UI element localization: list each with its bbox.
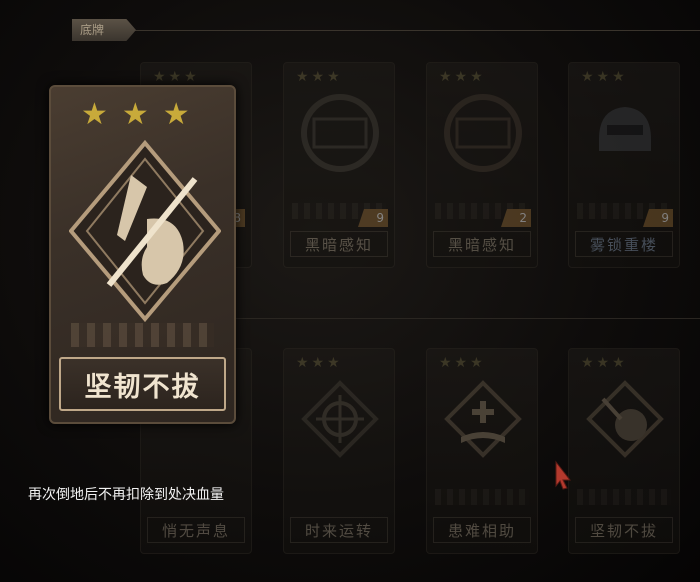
star-rating: ★★★ (81, 97, 204, 132)
card-name: 时来运转 (290, 517, 388, 543)
card-row1-3[interactable]: ★★★ 2 黑暗感知 (426, 62, 538, 268)
selected-card[interactable]: ★★★ 坚韧不拔 (49, 85, 236, 424)
card-ornament (435, 489, 529, 505)
card-row1-4[interactable]: ★★★ 9 雾锁重楼 (568, 62, 680, 268)
card-name: 雾锁重楼 (575, 231, 673, 257)
star-rating: ★★★ (296, 355, 343, 371)
selected-card-name: 坚韧不拔 (59, 357, 226, 411)
scales-icon (301, 94, 379, 172)
card-row1-2[interactable]: ★★★ 9 黑暗感知 (283, 62, 395, 268)
card-name: 悄无声息 (147, 517, 245, 543)
book-plus-icon (444, 380, 522, 458)
card-ornament (71, 323, 214, 347)
knife-face-icon (69, 139, 221, 323)
star-rating: ★★★ (439, 355, 486, 371)
star-rating: ★★★ (581, 69, 628, 85)
helmet-icon (599, 107, 651, 151)
crosshair-icon (301, 380, 379, 458)
card-row2-3[interactable]: ★★★ 患难相助 (426, 348, 538, 554)
card-row2-2[interactable]: ★★★ 时来运转 (283, 348, 395, 554)
card-row2-4[interactable]: ★★★ 坚韧不拔 (568, 348, 680, 554)
cursor-icon (555, 460, 572, 490)
card-name: 黑暗感知 (290, 231, 388, 257)
tab-deck[interactable]: 底牌 (72, 19, 136, 41)
card-ornament (577, 489, 671, 505)
star-rating: ★★★ (296, 69, 343, 85)
card-name: 黑暗感知 (433, 231, 531, 257)
star-rating: ★★★ (581, 355, 628, 371)
star-rating: ★★★ (153, 69, 200, 85)
card-name: 患难相助 (433, 517, 531, 543)
knife-face-icon (586, 380, 664, 458)
card-name: 坚韧不拔 (575, 517, 673, 543)
divider-top (130, 30, 700, 31)
star-rating: ★★★ (439, 69, 486, 85)
card-description: 再次倒地后不再扣除到处决血量 (28, 487, 224, 503)
scales-icon (444, 94, 522, 172)
